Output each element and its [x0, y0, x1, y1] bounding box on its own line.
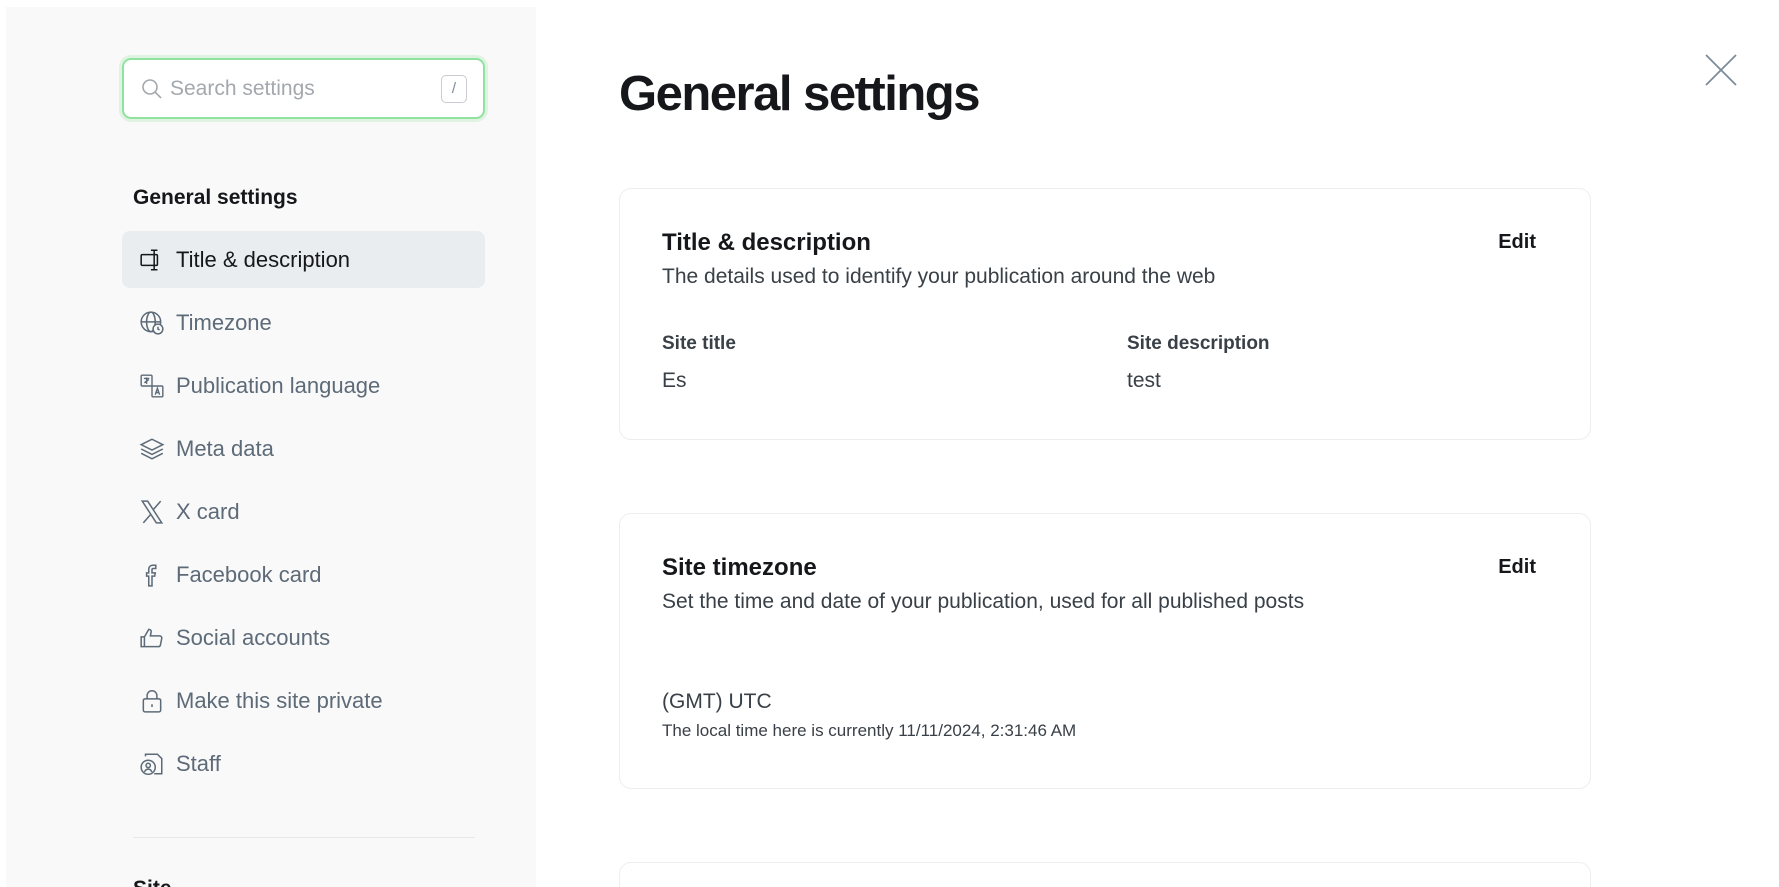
card-description: Set the time and date of your publicatio… — [662, 590, 1305, 613]
sidebar-heading-general: General settings — [133, 186, 298, 209]
sidebar-item-label: Social accounts — [176, 624, 331, 650]
x-logo-icon — [138, 498, 166, 526]
sidebar-item-x-card[interactable]: X card — [122, 483, 485, 540]
sidebar-item-make-site-private[interactable]: Make this site private — [122, 672, 485, 729]
sidebar-item-publication-language[interactable]: Publication language — [122, 357, 485, 414]
sidebar-item-meta-data[interactable]: Meta data — [122, 420, 485, 477]
next-settings-card — [619, 862, 1591, 887]
sidebar-item-label: Timezone — [176, 309, 272, 335]
close-icon[interactable] — [1704, 53, 1738, 87]
lock-icon — [138, 687, 166, 715]
sidebar-item-label: X card — [176, 498, 240, 524]
sidebar-heading-site: Site — [133, 877, 172, 887]
sidebar-item-title-description[interactable]: Title & description — [122, 231, 485, 288]
sidebar-item-label: Publication language — [176, 372, 381, 398]
page-title: General settings — [619, 67, 980, 121]
card-title: Site timezone — [662, 554, 817, 581]
sidebar-item-label: Title & description — [176, 246, 351, 272]
sidebar-divider — [133, 837, 475, 838]
sidebar-item-facebook-card[interactable]: Facebook card — [122, 546, 485, 603]
sidebar-item-label: Staff — [176, 750, 221, 776]
facebook-icon — [138, 561, 166, 589]
search-shortcut-key: / — [441, 74, 467, 103]
staff-icon — [138, 750, 166, 778]
site-description-value: test — [1127, 369, 1161, 392]
card-title: Title & description — [662, 229, 871, 256]
edit-title-description-button[interactable]: Edit — [1498, 231, 1536, 254]
sidebar-item-label: Meta data — [176, 435, 274, 461]
search-box[interactable]: / — [122, 58, 485, 119]
sidebar-item-label: Facebook card — [176, 561, 322, 587]
sidebar-nav: Title & description Timezone Publication… — [122, 231, 485, 798]
edit-timezone-button[interactable]: Edit — [1498, 556, 1536, 579]
title-description-card: Title & description Edit The details use… — [619, 188, 1591, 440]
translate-icon — [138, 372, 166, 400]
timezone-value: (GMT) UTC — [662, 690, 772, 713]
site-title-value: Es — [662, 369, 687, 392]
title-description-icon — [138, 246, 166, 274]
sidebar-item-label: Make this site private — [176, 687, 383, 713]
sidebar-item-timezone[interactable]: Timezone — [122, 294, 485, 351]
search-input[interactable] — [170, 76, 441, 101]
site-timezone-card: Site timezone Edit Set the time and date… — [619, 513, 1591, 789]
sidebar-item-staff[interactable]: Staff — [122, 735, 485, 792]
search-icon — [142, 78, 162, 99]
local-time-text: The local time here is currently 11/11/2… — [662, 721, 1077, 740]
layers-icon — [138, 435, 166, 463]
sidebar-item-social-accounts[interactable]: Social accounts — [122, 609, 485, 666]
globe-clock-icon — [138, 309, 166, 337]
site-description-label: Site description — [1127, 333, 1270, 354]
card-description: The details used to identify your public… — [662, 265, 1216, 288]
thumbs-up-icon — [138, 624, 166, 652]
site-title-label: Site title — [662, 333, 736, 354]
